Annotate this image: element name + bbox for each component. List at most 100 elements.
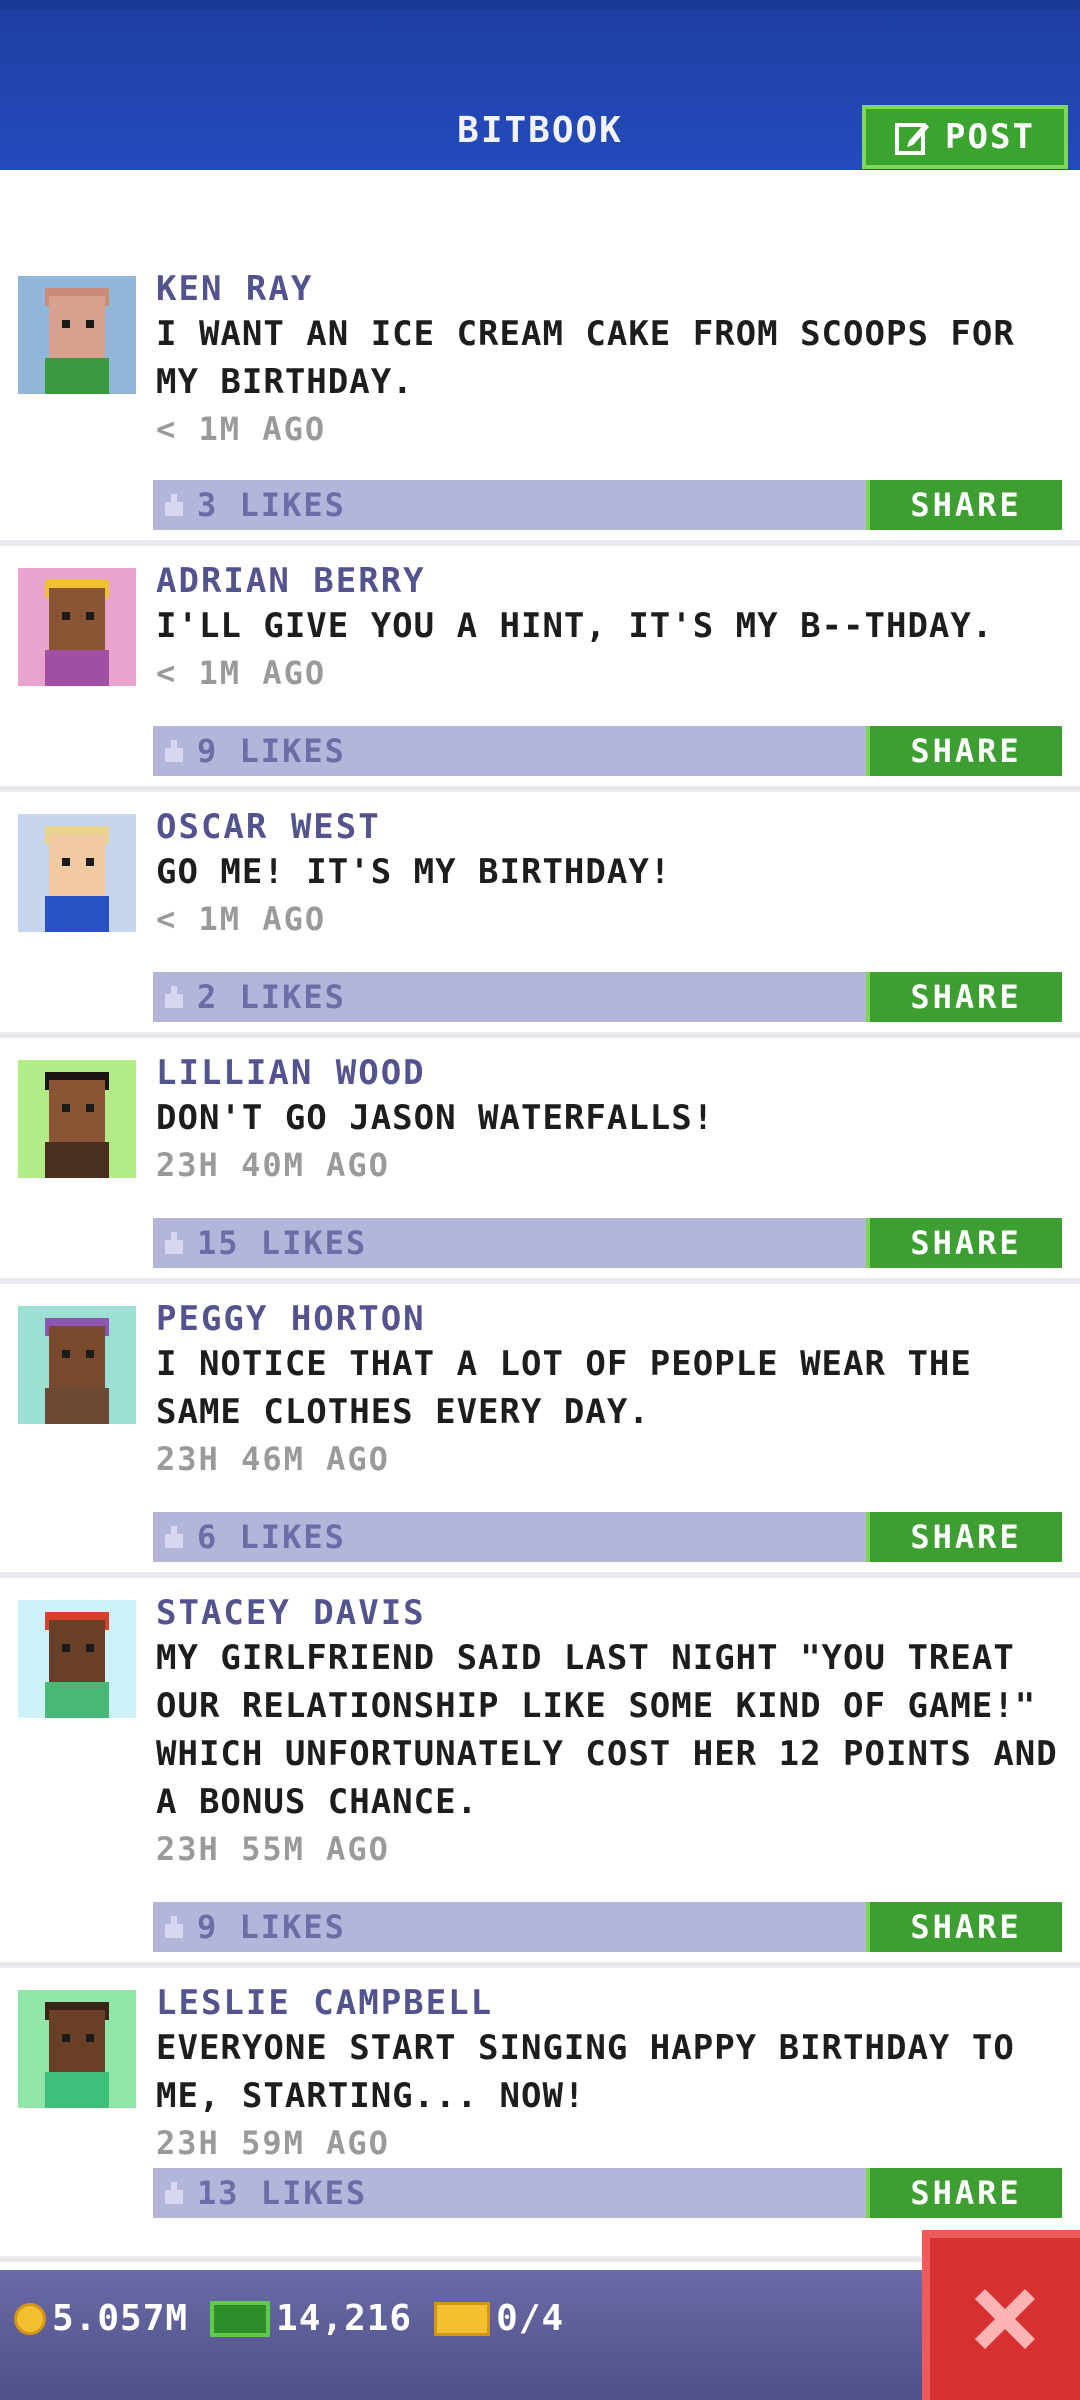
feed-post: OSCAR WEST GO ME! IT'S MY BIRTHDAY! < 1M… [0, 792, 1080, 1038]
likes-count: 13 LIKES [197, 2174, 368, 2212]
feed-post: LILLIAN WOOD DON'T GO JASON WATERFALLS! … [0, 1038, 1080, 1284]
thumbs-up-icon [165, 740, 183, 762]
thumbs-up-icon [165, 494, 183, 516]
share-button[interactable]: SHARE [866, 1902, 1062, 1952]
post-time: 23H 55M AGO [156, 1830, 390, 1868]
avatar-eye [86, 858, 94, 866]
avatar-eye [86, 1104, 94, 1112]
share-button[interactable]: SHARE [866, 480, 1062, 530]
post-content: KEN RAY I WANT AN ICE CREAM CAKE FROM SC… [156, 268, 1068, 452]
like-button[interactable]: 15 LIKES [161, 1218, 367, 1268]
post-time: < 1M AGO [156, 654, 327, 692]
close-button[interactable] [922, 2230, 1080, 2400]
post-author[interactable]: KEN RAY [156, 268, 1068, 310]
coin-icon [14, 2302, 46, 2335]
thumbs-up-icon [165, 1526, 183, 1548]
avatar-eye [62, 320, 70, 328]
thumbs-up-icon [165, 1916, 183, 1938]
post-content: PEGGY HORTON I NOTICE THAT A LOT OF PEOP… [156, 1298, 1068, 1482]
avatar-body [45, 1142, 109, 1178]
like-button[interactable]: 9 LIKES [161, 1902, 346, 1952]
like-button[interactable]: 9 LIKES [161, 726, 346, 776]
avatar-eye [62, 1644, 70, 1652]
likes-count: 3 LIKES [197, 486, 346, 524]
avatar-face [49, 296, 105, 358]
avatar-eye [86, 1350, 94, 1358]
tickets-stat: 0/4 [434, 2298, 564, 2339]
cash-icon [210, 2300, 271, 2337]
bux-stat: 14,216 [210, 2298, 412, 2339]
avatar [18, 1306, 136, 1424]
like-button[interactable]: 6 LIKES [161, 1512, 346, 1562]
tickets-value: 0/4 [496, 2298, 565, 2339]
avatar [18, 1600, 136, 1718]
post-author[interactable]: LESLIE CAMPBELL [156, 1982, 1068, 2024]
thumbs-up-icon [165, 1232, 183, 1254]
avatar-eye [62, 612, 70, 620]
avatar-eye [62, 858, 70, 866]
avatar [18, 814, 136, 932]
post-button-label: POST [945, 117, 1035, 157]
like-button[interactable]: 13 LIKES [161, 2168, 367, 2218]
post-content: OSCAR WEST GO ME! IT'S MY BIRTHDAY! < 1M… [156, 806, 1068, 942]
share-button[interactable]: SHARE [866, 972, 1062, 1022]
close-icon [975, 2289, 1035, 2349]
post-text: EVERYONE START SINGING HAPPY BIRTHDAY TO… [156, 2028, 1015, 2116]
post-text: GO ME! IT'S MY BIRTHDAY! [156, 852, 672, 892]
post-action-bar: 9 LIKES SHARE [153, 726, 1062, 776]
post-text: I NOTICE THAT A LOT OF PEOPLE WEAR THE S… [156, 1344, 972, 1432]
like-button[interactable]: 2 LIKES [161, 972, 346, 1022]
coins-stat: 5.057M [14, 2298, 188, 2339]
feed-post: LESLIE CAMPBELL EVERYONE START SINGING H… [0, 1968, 1080, 2262]
post-content: ADRIAN BERRY I'LL GIVE YOU A HINT, IT'S … [156, 560, 1068, 696]
feed-post: STACEY DAVIS MY GIRLFRIEND SAID LAST NIG… [0, 1578, 1080, 1968]
post-action-bar: 6 LIKES SHARE [153, 1512, 1062, 1562]
feed-post: ADRIAN BERRY I'LL GIVE YOU A HINT, IT'S … [0, 546, 1080, 792]
post-action-bar: 15 LIKES SHARE [153, 1218, 1062, 1268]
avatar-face [49, 1620, 105, 1682]
avatar [18, 1060, 136, 1178]
post-author[interactable]: PEGGY HORTON [156, 1298, 1068, 1340]
likes-count: 15 LIKES [197, 1224, 368, 1262]
post-text: MY GIRLFRIEND SAID LAST NIGHT "YOU TREAT… [156, 1638, 1058, 1822]
like-button[interactable]: 3 LIKES [161, 480, 346, 530]
post-time: 23H 59M AGO [156, 2124, 390, 2162]
avatar-body [45, 1388, 109, 1424]
avatar-eye [86, 612, 94, 620]
currency-stats: 5.057M 14,216 0/4 [14, 2298, 564, 2339]
share-button[interactable]: SHARE [866, 726, 1062, 776]
avatar-face [49, 1326, 105, 1388]
share-button[interactable]: SHARE [866, 2168, 1062, 2218]
post-button[interactable]: POST [862, 105, 1068, 169]
avatar [18, 276, 136, 394]
avatar-face [49, 834, 105, 896]
post-author[interactable]: LILLIAN WOOD [156, 1052, 1068, 1094]
feed-post: PEGGY HORTON I NOTICE THAT A LOT OF PEOP… [0, 1284, 1080, 1578]
avatar-body [45, 650, 109, 686]
ticket-icon [434, 2301, 491, 2336]
avatar-face [49, 588, 105, 650]
post-text: I'LL GIVE YOU A HINT, IT'S MY B--THDAY. [156, 606, 994, 646]
share-button[interactable]: SHARE [866, 1512, 1062, 1562]
post-author[interactable]: ADRIAN BERRY [156, 560, 1068, 602]
share-button[interactable]: SHARE [866, 1218, 1062, 1268]
bitbook-feed: KEN RAY I WANT AN ICE CREAM CAKE FROM SC… [0, 170, 1080, 2262]
avatar-body [45, 1682, 109, 1718]
post-time: < 1M AGO [156, 410, 327, 448]
post-content: STACEY DAVIS MY GIRLFRIEND SAID LAST NIG… [156, 1592, 1068, 1872]
avatar-body [45, 358, 109, 394]
bux-value: 14,216 [276, 2298, 413, 2339]
feed-post: KEN RAY I WANT AN ICE CREAM CAKE FROM SC… [0, 170, 1080, 546]
post-content: LESLIE CAMPBELL EVERYONE START SINGING H… [156, 1982, 1068, 2166]
avatar-eye [62, 2034, 70, 2042]
avatar [18, 1990, 136, 2108]
post-content: LILLIAN WOOD DON'T GO JASON WATERFALLS! … [156, 1052, 1068, 1188]
avatar-face [49, 1080, 105, 1142]
post-action-bar: 2 LIKES SHARE [153, 972, 1062, 1022]
avatar [18, 568, 136, 686]
top-header: BITBOOK POST [0, 0, 1080, 170]
post-author[interactable]: OSCAR WEST [156, 806, 1068, 848]
post-time: 23H 46M AGO [156, 1440, 390, 1478]
post-text: DON'T GO JASON WATERFALLS! [156, 1098, 715, 1138]
post-author[interactable]: STACEY DAVIS [156, 1592, 1068, 1634]
